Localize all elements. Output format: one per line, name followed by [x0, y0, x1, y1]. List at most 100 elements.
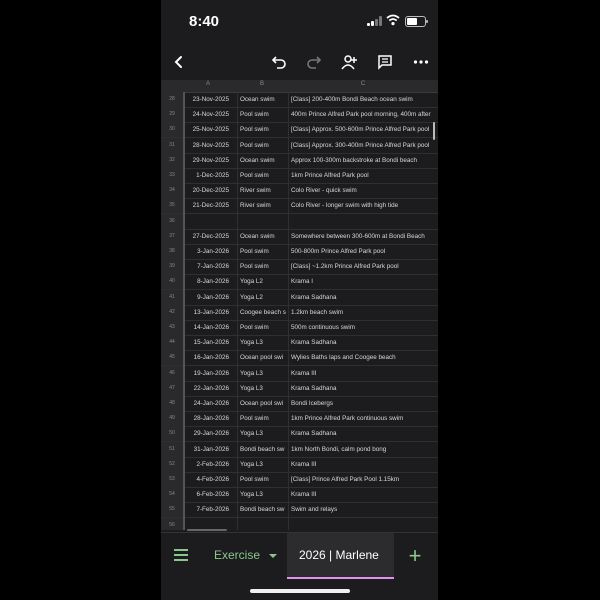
- cell-date[interactable]: 27-Dec-2025: [183, 229, 233, 244]
- cell-type[interactable]: Ocean swim: [237, 228, 290, 244]
- cell-date[interactable]: 3-Jan-2026: [183, 244, 233, 259]
- table-row[interactable]: 36: [161, 213, 438, 230]
- cell-type[interactable]: Pool swim: [237, 472, 290, 487]
- row-number[interactable]: 41: [161, 289, 184, 305]
- row-number[interactable]: 49: [161, 411, 184, 427]
- table-row[interactable]: 41 9-Jan-2026 Yoga L2 Krama Sadhana: [161, 289, 438, 306]
- cell-date[interactable]: 14-Jan-2026: [183, 320, 233, 335]
- cell-date[interactable]: 24-Jan-2026: [183, 396, 233, 411]
- cell-description[interactable]: 1km Prince Alfred Park continuous swim: [288, 411, 438, 427]
- table-row[interactable]: 46 19-Jan-2026 Yoga L3 Krama III: [161, 365, 438, 382]
- row-number[interactable]: 32: [161, 152, 184, 168]
- share-button[interactable]: [337, 50, 361, 74]
- row-number[interactable]: 37: [161, 228, 184, 244]
- row-number[interactable]: 56: [161, 517, 184, 530]
- row-number[interactable]: 31: [161, 137, 184, 153]
- cell-type[interactable]: Pool swim: [237, 244, 290, 259]
- row-number[interactable]: 30: [161, 122, 184, 138]
- cell-date[interactable]: [183, 214, 233, 229]
- cell-type[interactable]: Yoga L3: [237, 335, 290, 351]
- cell-type[interactable]: Yoga L3: [237, 426, 290, 442]
- cell-type[interactable]: Bondi beach sw: [237, 441, 290, 457]
- cell-type[interactable]: Coogee beach s: [237, 304, 290, 320]
- horizontal-scrollbar[interactable]: [187, 529, 227, 531]
- cell-type[interactable]: Ocean pool swi: [237, 350, 290, 366]
- cell-description[interactable]: Swim and relays: [288, 502, 438, 518]
- cell-description[interactable]: Wylies Baths laps and Coogee beach: [288, 350, 438, 366]
- table-row[interactable]: 31 28-Nov-2025 Pool swim [Class] Approx. 30…: [161, 137, 438, 154]
- cell-description[interactable]: 400m Prince Alfred Park pool morning, 40…: [288, 107, 438, 123]
- cell-date[interactable]: 24-Nov-2025: [183, 107, 233, 122]
- row-number[interactable]: 40: [161, 274, 184, 290]
- cell-description[interactable]: Bondi Icebergs: [288, 396, 438, 411]
- cell-date[interactable]: 8-Jan-2026: [183, 274, 233, 289]
- redo-button[interactable]: [302, 50, 326, 74]
- cell-description[interactable]: Krama I: [288, 274, 438, 290]
- cell-date[interactable]: 2-Feb-2026: [183, 457, 233, 472]
- table-row[interactable]: 51 31-Jan-2026 Bondi beach sw 1km North Bon…: [161, 441, 438, 458]
- tab-2026-marlene[interactable]: 2026 | Marlene: [287, 533, 394, 579]
- table-row[interactable]: 34 20-Dec-2025 River swim Colo River - quic…: [161, 183, 438, 200]
- table-row[interactable]: 30 25-Nov-2025 Pool swim [Class] Approx. 50…: [161, 122, 438, 139]
- cell-type[interactable]: Yoga L2: [237, 289, 290, 305]
- cell-description[interactable]: Somewhere between 300-600m at Bondi Beac…: [288, 228, 438, 244]
- table-row[interactable]: 49 28-Jan-2026 Pool swim 1km Prince Alfred …: [161, 411, 438, 428]
- cell-date[interactable]: 1-Dec-2025: [183, 168, 233, 183]
- table-row[interactable]: 45 16-Jan-2026 Ocean pool swi Wylies Baths …: [161, 350, 438, 367]
- cell-type[interactable]: Yoga L2: [237, 274, 290, 290]
- row-number[interactable]: 52: [161, 456, 184, 472]
- spreadsheet-grid[interactable]: 28 23-Nov-2025 Ocean swim [Class] 200-400m …: [161, 92, 438, 530]
- column-header-c[interactable]: C: [288, 81, 438, 87]
- row-number[interactable]: 44: [161, 335, 184, 351]
- cell-type[interactable]: [237, 213, 290, 229]
- table-row[interactable]: 37 27-Dec-2025 Ocean swim Somewhere between…: [161, 228, 438, 245]
- row-number[interactable]: 45: [161, 350, 184, 366]
- cell-type[interactable]: Pool swim: [237, 168, 290, 183]
- table-row[interactable]: 32 29-Nov-2025 Ocean swim Approx 100-300m b…: [161, 152, 438, 169]
- cell-type[interactable]: Ocean pool swi: [237, 396, 290, 411]
- table-row[interactable]: 55 7-Feb-2026 Bondi beach sw Swim and relay…: [161, 502, 438, 519]
- cell-description[interactable]: Krama Sadhana: [288, 426, 438, 442]
- cell-type[interactable]: Yoga L3: [237, 487, 290, 503]
- cell-date[interactable]: 20-Dec-2025: [183, 183, 233, 198]
- row-number[interactable]: 29: [161, 107, 184, 123]
- cell-type[interactable]: Pool swim: [237, 107, 290, 123]
- cell-date[interactable]: 29-Jan-2026: [183, 426, 233, 441]
- back-button[interactable]: [167, 50, 191, 74]
- cell-date[interactable]: 13-Jan-2026: [183, 305, 233, 320]
- cell-date[interactable]: 22-Jan-2026: [183, 381, 233, 396]
- cell-description[interactable]: Colo River - quick swim: [288, 183, 438, 199]
- column-header-b[interactable]: B: [237, 81, 287, 87]
- table-row[interactable]: 40 8-Jan-2026 Yoga L2 Krama I: [161, 274, 438, 291]
- cell-date[interactable]: 4-Feb-2026: [183, 472, 233, 487]
- cell-description[interactable]: 1km North Bondi, calm pond bong: [288, 441, 438, 457]
- cell-description[interactable]: 500m continuous swim: [288, 320, 438, 335]
- undo-button[interactable]: [267, 50, 291, 74]
- add-sheet-button[interactable]: +: [403, 545, 427, 569]
- cell-date[interactable]: 29-Nov-2025: [183, 153, 233, 168]
- row-number[interactable]: 47: [161, 380, 184, 396]
- table-row[interactable]: 28 23-Nov-2025 Ocean swim [Class] 200-400m …: [161, 92, 438, 108]
- cell-description[interactable]: [Class] ~1.2km Prince Alfred Park pool: [288, 259, 438, 275]
- cell-description[interactable]: Krama III: [288, 456, 438, 472]
- cell-date[interactable]: 9-Jan-2026: [183, 290, 233, 305]
- cell-description[interactable]: [288, 517, 438, 530]
- table-row[interactable]: 47 22-Jan-2026 Yoga L3 Krama Sadhana: [161, 380, 438, 397]
- row-number[interactable]: 50: [161, 426, 184, 442]
- cell-description[interactable]: 1km Prince Alfred Park pool: [288, 168, 438, 183]
- column-header-a[interactable]: A: [183, 81, 233, 87]
- comment-button[interactable]: [373, 50, 397, 74]
- cell-description[interactable]: Krama Sadhana: [288, 289, 438, 305]
- cell-type[interactable]: Yoga L3: [237, 365, 290, 381]
- cell-description[interactable]: Colo River - longer swim with high tide: [288, 198, 438, 214]
- frozen-column-divider[interactable]: [183, 92, 185, 530]
- row-number[interactable]: 39: [161, 259, 184, 275]
- cell-description[interactable]: [288, 213, 438, 229]
- row-number[interactable]: 46: [161, 365, 184, 381]
- more-button[interactable]: [409, 50, 433, 74]
- cell-description[interactable]: [Class] 200-400m Bondi Beach ocean swim: [288, 92, 438, 107]
- cell-date[interactable]: 6-Feb-2026: [183, 487, 233, 502]
- cell-type[interactable]: Ocean swim: [237, 152, 290, 168]
- cell-date[interactable]: 16-Jan-2026: [183, 350, 233, 365]
- row-number[interactable]: 33: [161, 168, 184, 183]
